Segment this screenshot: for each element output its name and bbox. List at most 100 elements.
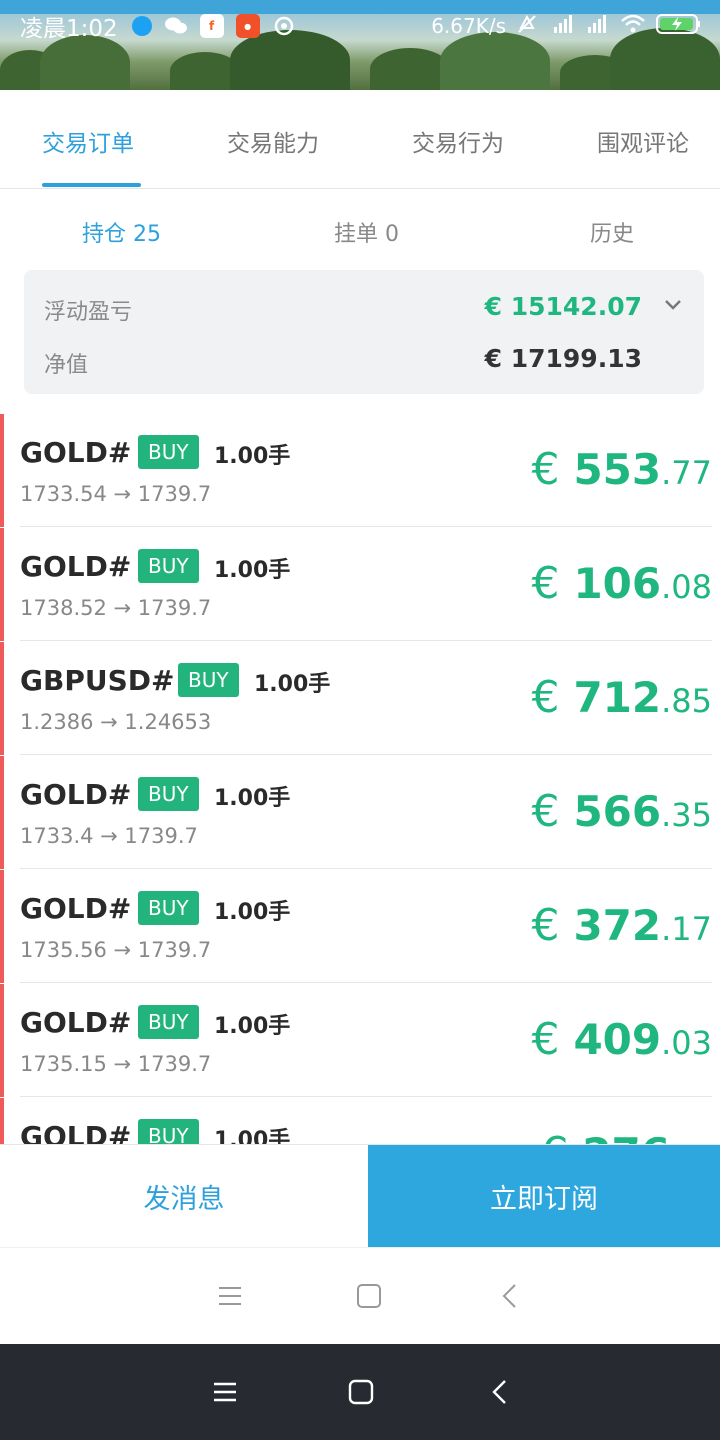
signal-hd-icon xyxy=(548,13,576,40)
floating-pl-value: € 15142.07 xyxy=(484,292,642,321)
position-row[interactable]: GOLD# BUY 1.00手 1735.15 → 1739.7 €409.03 xyxy=(0,984,720,1097)
position-lots: 1.00手 xyxy=(214,444,291,469)
tab-trade-orders[interactable]: 交易订单 xyxy=(42,124,134,158)
position-row[interactable]: GOLD# BUY 1.00手 1738.52 → 1739.7 €106.08 xyxy=(0,528,720,641)
row-divider xyxy=(20,868,712,869)
battery-icon xyxy=(656,13,702,40)
active-tab-indicator xyxy=(42,183,141,187)
position-prices: 1733.4 → 1739.7 xyxy=(20,824,198,848)
equity-label: 净值 xyxy=(44,353,89,378)
pnl-decimal: .35 xyxy=(661,796,712,834)
floating-pl-label: 浮动盈亏 xyxy=(44,300,133,325)
chevron-down-icon[interactable] xyxy=(664,296,682,314)
status-time: 凌晨1:02 xyxy=(20,16,118,42)
row-divider xyxy=(20,640,712,641)
menu-icon[interactable] xyxy=(212,1380,238,1404)
back-icon[interactable] xyxy=(500,1283,520,1309)
buy-badge: BUY xyxy=(138,549,199,583)
position-prices: 1735.56 → 1739.7 xyxy=(20,938,212,962)
pnl-integer: 372 xyxy=(573,901,662,950)
app-camera-icon xyxy=(272,14,296,38)
subtab-pending-orders[interactable]: 挂单 0 xyxy=(334,216,399,248)
system-nav-bar xyxy=(0,1344,720,1440)
app-nav-bar xyxy=(0,1247,720,1345)
position-prices: 1735.15 → 1739.7 xyxy=(20,1052,212,1076)
position-pnl: €372.17 xyxy=(531,900,712,951)
buy-badge: BUY xyxy=(138,435,199,469)
pnl-decimal: .17 xyxy=(661,910,712,948)
row-divider xyxy=(20,982,712,983)
pnl-integer: 553 xyxy=(573,445,662,494)
home-icon[interactable] xyxy=(348,1379,374,1405)
subscribe-now-button[interactable]: 立即订阅 xyxy=(368,1145,720,1247)
buy-badge: BUY xyxy=(138,777,199,811)
position-side-bar xyxy=(0,984,4,1097)
action-bar: 发消息 立即订阅 xyxy=(0,1144,720,1247)
position-symbol: GOLD# xyxy=(20,892,132,925)
position-row[interactable]: GBPUSD# BUY 1.00手 1.2386 → 1.24653 €712.… xyxy=(0,642,720,755)
position-pnl: €409.03 xyxy=(531,1014,712,1065)
positions-list[interactable]: GOLD# BUY 1.00手 1733.54 → 1739.7 €553.77… xyxy=(0,414,720,1144)
subtab-open-positions[interactable]: 持仓 25 xyxy=(82,216,161,248)
status-bar: 凌晨1:02 f ● 6.67K/s xyxy=(0,0,720,90)
position-side-bar xyxy=(0,756,4,869)
position-symbol: GOLD# xyxy=(20,436,132,469)
position-row[interactable]: GOLD# BUY 1.00手 1735.56 → 1739.7 €372.17 xyxy=(0,870,720,983)
position-side-bar xyxy=(0,870,4,983)
app-notification-icon xyxy=(131,16,152,36)
row-divider xyxy=(20,754,712,755)
pnl-integer: 409 xyxy=(573,1015,662,1064)
account-summary[interactable]: 浮动盈亏 € 15142.07 净值 € 17199.13 xyxy=(24,270,704,394)
position-lots: 1.00手 xyxy=(254,672,331,697)
currency-symbol: € xyxy=(531,558,560,609)
pnl-integer: 276 xyxy=(582,1129,670,1144)
position-pnl: €276 xyxy=(540,1128,670,1144)
pnl-integer: 566 xyxy=(573,787,662,836)
buy-badge: BUY xyxy=(138,1119,199,1144)
buy-badge: BUY xyxy=(138,1005,199,1039)
pnl-decimal: .08 xyxy=(661,568,712,606)
tab-trade-ability[interactable]: 交易能力 xyxy=(227,124,319,158)
pnl-decimal: .03 xyxy=(661,1024,712,1062)
position-symbol: GOLD# xyxy=(20,778,132,811)
menu-icon[interactable] xyxy=(217,1284,243,1308)
currency-symbol: € xyxy=(531,672,560,723)
position-symbol: GOLD# xyxy=(20,550,132,583)
position-lots: 1.00手 xyxy=(214,900,291,925)
position-row[interactable]: GOLD# BUY 1.00手 1733.54 → 1739.7 €553.77 xyxy=(0,414,720,527)
net-speed: 6.67K/s xyxy=(431,14,506,38)
position-symbol: GBPUSD# xyxy=(20,664,175,697)
position-prices: 1.2386 → 1.24653 xyxy=(20,710,212,734)
position-pnl: €553.77 xyxy=(531,444,712,495)
main-tabs: 交易订单 交易能力 交易行为 围观评论 xyxy=(0,90,720,189)
position-side-bar xyxy=(0,642,4,755)
pnl-decimal: .77 xyxy=(661,454,712,492)
pnl-integer: 106 xyxy=(573,559,662,608)
position-row[interactable]: GOLD# BUY 1.00手 €276 xyxy=(0,1098,720,1144)
mute-alarm-icon xyxy=(516,13,538,40)
currency-symbol: € xyxy=(531,1014,560,1065)
position-lots: 1.00手 xyxy=(214,558,291,583)
row-divider xyxy=(20,526,712,527)
position-lots: 1.00手 xyxy=(214,786,291,811)
currency-symbol: € xyxy=(531,444,560,495)
signal-icon xyxy=(586,13,610,40)
send-message-button[interactable]: 发消息 xyxy=(0,1145,368,1247)
position-pnl: €566.35 xyxy=(531,786,712,837)
pnl-integer: 712 xyxy=(573,673,662,722)
currency-symbol: € xyxy=(540,1128,568,1144)
subtab-history[interactable]: 历史 xyxy=(590,216,634,248)
position-lots: 1.00手 xyxy=(214,1128,291,1144)
position-row[interactable]: GOLD# BUY 1.00手 1733.4 → 1739.7 €566.35 xyxy=(0,756,720,869)
back-icon[interactable] xyxy=(490,1379,510,1405)
wechat-icon xyxy=(164,14,188,38)
position-side-bar xyxy=(0,528,4,641)
tab-comments[interactable]: 围观评论 xyxy=(597,124,689,158)
position-side-bar xyxy=(0,1098,4,1144)
position-prices: 1738.52 → 1739.7 xyxy=(20,596,212,620)
tab-trade-behavior[interactable]: 交易行为 xyxy=(412,124,504,158)
app-f-icon: f xyxy=(199,14,224,38)
home-icon[interactable] xyxy=(356,1283,382,1309)
position-pnl: €712.85 xyxy=(531,672,712,723)
position-side-bar xyxy=(0,414,4,527)
